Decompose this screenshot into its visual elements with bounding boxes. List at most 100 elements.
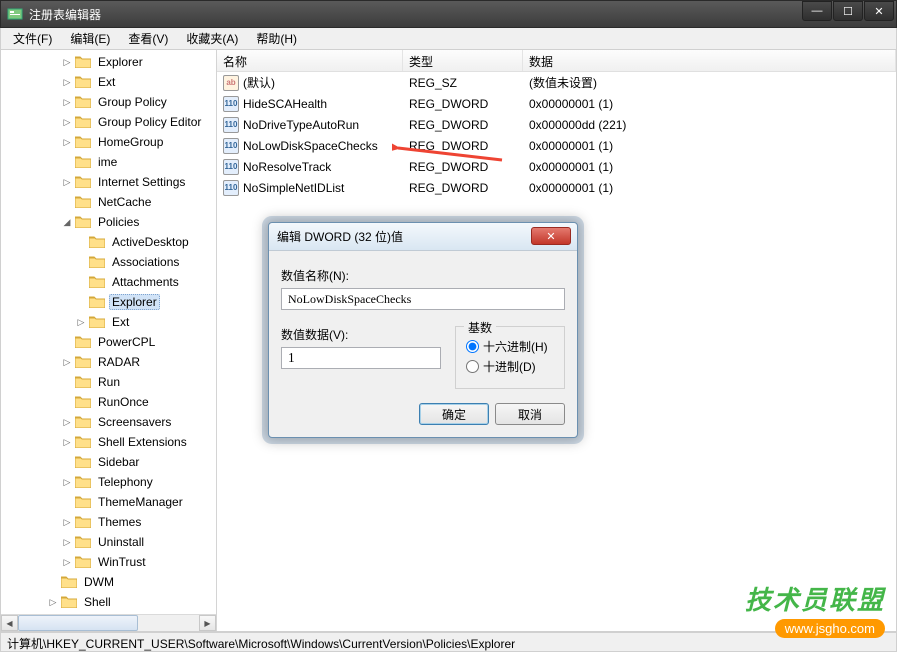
value-name-field[interactable] — [281, 288, 565, 310]
tree-item-dwm[interactable]: DWM — [5, 572, 216, 592]
tree-item-group-policy[interactable]: ▷ Group Policy — [5, 92, 216, 112]
ok-button[interactable]: 确定 — [419, 403, 489, 425]
expand-icon[interactable]: ▷ — [61, 516, 73, 528]
tree-item-shell[interactable]: ▷Shell — [5, 592, 216, 612]
radio-dec-input[interactable] — [466, 360, 479, 373]
menu-bar: 文件(F)编辑(E)查看(V)收藏夹(A)帮助(H) — [0, 28, 897, 50]
tree-item-run[interactable]: Run — [5, 372, 216, 392]
tree-horizontal-scrollbar[interactable]: ◀ ▶ — [1, 614, 216, 631]
expand-icon[interactable] — [61, 376, 73, 388]
tree-item-ext[interactable]: ▷Ext — [5, 72, 216, 92]
expand-icon[interactable]: ▷ — [61, 136, 73, 148]
list-row[interactable]: 110HideSCAHealthREG_DWORD0x00000001 (1) — [217, 93, 896, 114]
value-data-input[interactable] — [281, 347, 441, 369]
tree-item-screensavers[interactable]: ▷Screensavers — [5, 412, 216, 432]
expand-icon[interactable]: ▷ — [61, 416, 73, 428]
expand-icon[interactable]: ▷ — [61, 436, 73, 448]
tree-item-telephony[interactable]: ▷Telephony — [5, 472, 216, 492]
expand-icon[interactable]: ▷ — [75, 316, 87, 328]
expand-icon[interactable] — [61, 396, 73, 408]
list-row[interactable]: 110NoSimpleNetIDListREG_DWORD0x00000001 … — [217, 177, 896, 198]
tree-item-netcache[interactable]: NetCache — [5, 192, 216, 212]
expand-icon[interactable]: ▷ — [47, 596, 59, 608]
menu-item-1[interactable]: 编辑(E) — [62, 28, 118, 49]
expand-icon[interactable]: ◢ — [61, 216, 73, 228]
tree-item-policies[interactable]: ◢Policies — [5, 212, 216, 232]
tree-label: Group Policy — [95, 94, 170, 110]
maximize-button[interactable]: ☐ — [833, 1, 863, 21]
tree-item-group-policy-editor[interactable]: ▷Group Policy Editor — [5, 112, 216, 132]
cancel-button[interactable]: 取消 — [495, 403, 565, 425]
tree-item-ext[interactable]: ▷ Ext — [5, 312, 216, 332]
tree-label: PowerCPL — [95, 334, 158, 350]
radio-hex[interactable]: 十六进制(H) — [466, 338, 554, 355]
expand-icon[interactable]: ▷ — [61, 116, 73, 128]
value-name: HideSCAHealth — [243, 97, 327, 111]
tree-item-powercpl[interactable]: PowerCPL — [5, 332, 216, 352]
close-button[interactable]: ✕ — [864, 1, 894, 21]
tree-item-ime[interactable]: ime — [5, 152, 216, 172]
expand-icon[interactable] — [61, 336, 73, 348]
radio-dec[interactable]: 十进制(D) — [466, 358, 554, 375]
list-row[interactable]: 110NoResolveTrackREG_DWORD0x00000001 (1) — [217, 156, 896, 177]
folder-icon — [89, 235, 105, 249]
expand-icon[interactable] — [75, 296, 87, 308]
list-row[interactable]: 110NoDriveTypeAutoRunREG_DWORD0x000000dd… — [217, 114, 896, 135]
tree-label: ActiveDesktop — [109, 234, 192, 250]
expand-icon[interactable]: ▷ — [61, 76, 73, 88]
expand-icon[interactable]: ▷ — [61, 556, 73, 568]
menu-item-4[interactable]: 帮助(H) — [248, 28, 305, 49]
expand-icon[interactable]: ▷ — [61, 176, 73, 188]
expand-icon[interactable] — [75, 236, 87, 248]
expand-icon[interactable]: ▷ — [61, 536, 73, 548]
tree-item-themes[interactable]: ▷Themes — [5, 512, 216, 532]
tree-item-thememanager[interactable]: ThemeManager — [5, 492, 216, 512]
expand-icon[interactable] — [61, 456, 73, 468]
menu-item-2[interactable]: 查看(V) — [120, 28, 176, 49]
dialog-titlebar[interactable]: 编辑 DWORD (32 位)值 ✕ — [269, 223, 577, 251]
expand-icon[interactable] — [61, 496, 73, 508]
folder-icon — [75, 155, 91, 169]
menu-item-3[interactable]: 收藏夹(A) — [178, 28, 246, 49]
list-row[interactable]: 110NoLowDiskSpaceChecksREG_DWORD0x000000… — [217, 135, 896, 156]
radio-hex-input[interactable] — [466, 340, 479, 353]
tree-item-runonce[interactable]: RunOnce — [5, 392, 216, 412]
expand-icon[interactable] — [75, 276, 87, 288]
expand-icon[interactable] — [47, 576, 59, 588]
menu-item-0[interactable]: 文件(F) — [5, 28, 60, 49]
tree-item-internet-settings[interactable]: ▷Internet Settings — [5, 172, 216, 192]
tree-item-sidebar[interactable]: Sidebar — [5, 452, 216, 472]
tree-item-activedesktop[interactable]: ActiveDesktop — [5, 232, 216, 252]
value-type: REG_DWORD — [403, 160, 523, 174]
tree-item-shell-extensions[interactable]: ▷Shell Extensions — [5, 432, 216, 452]
scroll-thumb[interactable] — [18, 615, 138, 631]
dialog-close-button[interactable]: ✕ — [531, 227, 571, 245]
tree-label: RADAR — [95, 354, 143, 370]
tree-item-radar[interactable]: ▷ RADAR — [5, 352, 216, 372]
minimize-button[interactable]: — — [802, 1, 832, 21]
tree-pane[interactable]: ▷Explorer▷Ext▷Group Policy▷Group Policy … — [1, 50, 217, 631]
expand-icon[interactable]: ▷ — [61, 96, 73, 108]
column-header-data[interactable]: 数据 — [523, 50, 896, 71]
list-row[interactable]: ab(默认)REG_SZ(数值未设置) — [217, 72, 896, 93]
expand-icon[interactable] — [75, 256, 87, 268]
tree-item-explorer[interactable]: Explorer — [5, 292, 216, 312]
tree-item-homegroup[interactable]: ▷HomeGroup — [5, 132, 216, 152]
tree-item-attachments[interactable]: Attachments — [5, 272, 216, 292]
scroll-right-button[interactable]: ▶ — [199, 615, 216, 631]
tree-item-uninstall[interactable]: ▷Uninstall — [5, 532, 216, 552]
tree-label: Ext — [109, 314, 132, 330]
tree-item-associations[interactable]: Associations — [5, 252, 216, 272]
expand-icon[interactable] — [61, 156, 73, 168]
scroll-left-button[interactable]: ◀ — [1, 615, 18, 631]
tree-item-wintrust[interactable]: ▷WinTrust — [5, 552, 216, 572]
tree-item-explorer[interactable]: ▷Explorer — [5, 52, 216, 72]
expand-icon[interactable]: ▷ — [61, 56, 73, 68]
column-header-type[interactable]: 类型 — [403, 50, 523, 71]
column-header-name[interactable]: 名称 — [217, 50, 403, 71]
expand-icon[interactable] — [61, 196, 73, 208]
value-type: REG_DWORD — [403, 118, 523, 132]
expand-icon[interactable]: ▷ — [61, 356, 73, 368]
expand-icon[interactable]: ▷ — [61, 476, 73, 488]
folder-icon — [61, 595, 77, 609]
